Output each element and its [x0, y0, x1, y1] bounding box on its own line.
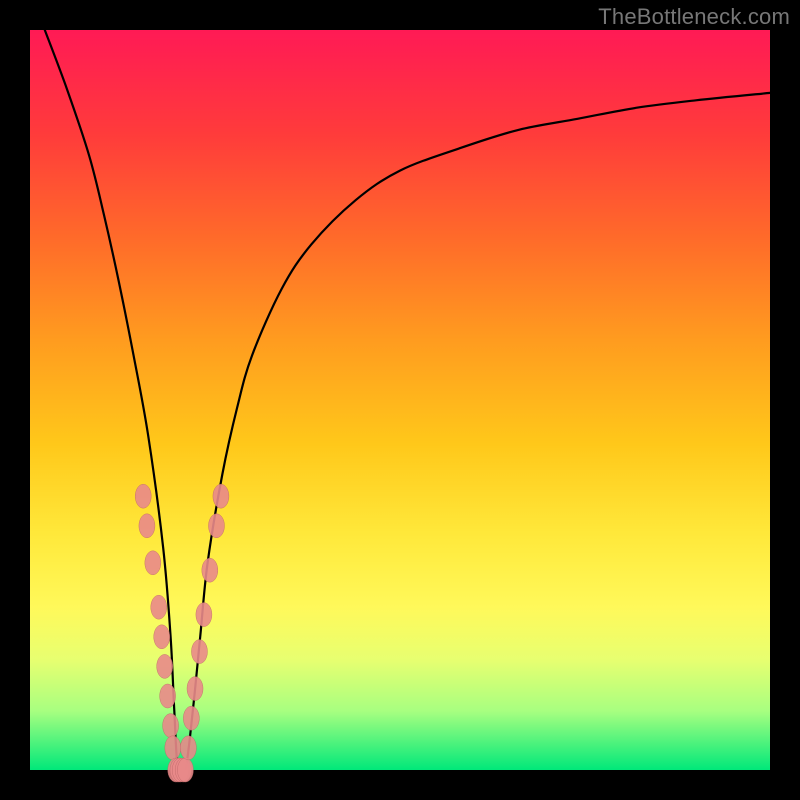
watermark-text: TheBottleneck.com — [598, 4, 790, 30]
marker — [202, 558, 218, 582]
marker — [163, 714, 179, 738]
marker — [135, 484, 151, 508]
marker — [191, 640, 207, 664]
marker — [208, 514, 224, 538]
marker — [177, 758, 193, 782]
marker — [213, 484, 229, 508]
marker — [151, 595, 167, 619]
marker — [154, 625, 170, 649]
marker — [180, 736, 196, 760]
marker — [196, 603, 212, 627]
marker — [187, 677, 203, 701]
marker — [145, 551, 161, 575]
bottleneck-curve — [45, 30, 770, 777]
marker — [183, 706, 199, 730]
chart-frame: TheBottleneck.com — [0, 0, 800, 800]
chart-svg — [30, 30, 770, 770]
markers-group — [135, 484, 229, 782]
marker — [165, 736, 181, 760]
plot-area — [30, 30, 770, 770]
marker — [160, 684, 176, 708]
marker — [139, 514, 155, 538]
marker — [157, 654, 173, 678]
